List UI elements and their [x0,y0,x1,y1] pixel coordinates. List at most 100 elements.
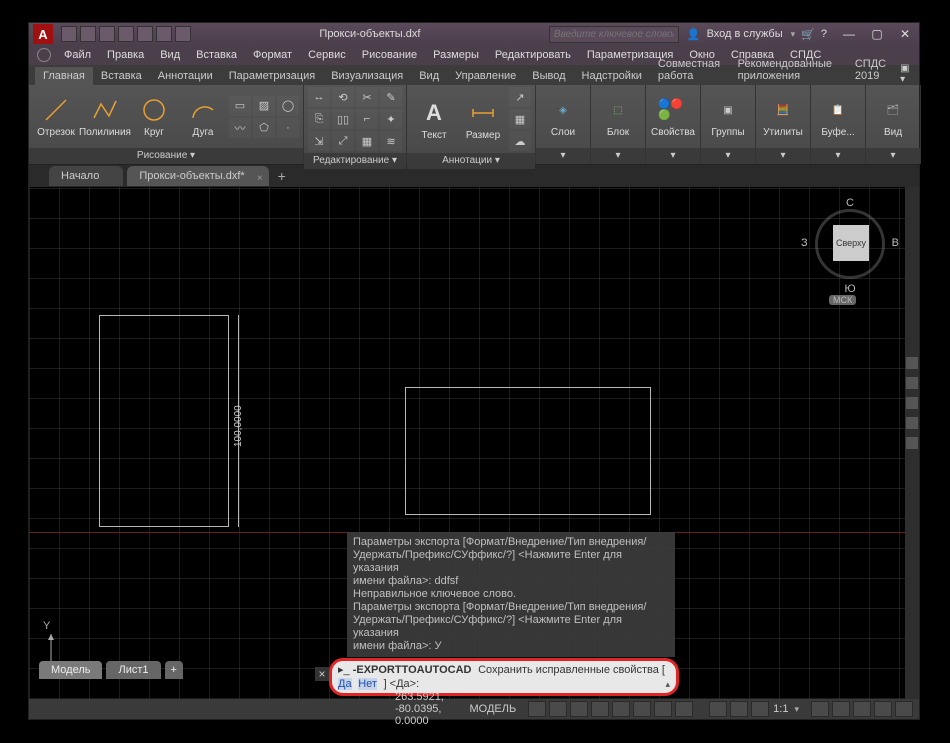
cloud-icon[interactable]: ☁ [509,131,531,151]
qat-undo-icon[interactable] [156,26,172,42]
polygon-icon[interactable]: ⬠ [253,118,275,138]
ribbon-tab-home[interactable]: Главная [35,67,93,85]
qat-new-icon[interactable] [61,26,77,42]
menu-insert[interactable]: Вставка [189,47,244,63]
ribbon-tab-view[interactable]: Визуализация [323,67,411,85]
polyline-button[interactable]: Полилиния [82,93,128,140]
status-snap-icon[interactable] [549,701,567,717]
stretch-icon[interactable]: ⇲ [308,131,330,151]
status-hw-icon[interactable] [874,701,892,717]
close-button[interactable]: ✕ [891,24,919,44]
qat-save-icon[interactable] [99,26,115,42]
panel-utilities-title[interactable]: ▾ [756,148,810,164]
command-close-icon[interactable]: × [315,667,329,681]
leader-icon[interactable]: ↗ [509,87,531,107]
viewcube-csys[interactable]: МСК [829,295,856,305]
properties-button[interactable]: 🔵🔴🟢Свойства [650,93,696,140]
app-logo[interactable]: A [33,24,53,44]
layout-tab-model[interactable]: Модель [39,661,102,679]
viewcube-top-face[interactable]: Сверху [833,225,869,261]
status-gear-icon[interactable] [811,701,829,717]
trim-icon[interactable]: ✂ [356,87,378,107]
panel-clipboard-title[interactable]: ▾ [811,148,865,164]
erase-icon[interactable]: ✎ [380,87,402,107]
minimize-button[interactable]: — [835,24,863,44]
menu-dimension[interactable]: Размеры [426,47,486,63]
table-icon[interactable]: ▦ [509,109,531,129]
qat-plot-icon[interactable] [137,26,153,42]
command-option-yes[interactable]: Да [338,678,352,690]
nav-zoom-icon[interactable] [906,397,918,409]
viewcube-east[interactable]: В [892,237,899,249]
block-button[interactable]: ⬚Блок [595,93,641,140]
line-button[interactable]: Отрезок [33,93,79,140]
text-button[interactable]: A Текст [411,96,457,143]
search-icon[interactable] [37,48,51,62]
view-cube[interactable]: Сверху С Ю З В МСК [805,197,895,307]
ribbon-tab-output[interactable]: Вывод [524,67,573,85]
viewcube-west[interactable]: З [801,237,808,249]
viewcube-north[interactable]: С [805,197,895,209]
nav-wheel-icon[interactable] [906,357,918,369]
ribbon-tab-view2[interactable]: Вид [411,67,447,85]
move-icon[interactable]: ↔ [308,87,330,107]
point-icon[interactable]: · [277,118,299,138]
help-icon[interactable]: ? [821,28,827,40]
menu-edit[interactable]: Правка [100,47,151,63]
file-tab-start[interactable]: Начало [49,166,123,186]
qat-redo-icon[interactable] [175,26,191,42]
menu-file[interactable]: Файл [57,47,98,63]
status-clean-icon[interactable] [832,701,850,717]
copy-icon[interactable]: ⎘ [308,109,330,129]
panel-properties-title[interactable]: ▾ [646,148,700,164]
ribbon-tab-featured[interactable]: Рекомендованные приложения [730,55,847,85]
ribbon-minimize-icon[interactable]: ▣ ▾ [900,63,911,85]
qat-open-icon[interactable] [80,26,96,42]
panel-groups-title[interactable]: ▾ [701,148,755,164]
status-dyn-icon[interactable] [654,701,672,717]
panel-annot-title[interactable]: Аннотации ▾ [407,153,535,169]
help-search-input[interactable] [549,26,679,43]
layout-tab-sheet1[interactable]: Лист1 [106,661,160,679]
menu-modify[interactable]: Редактировать [488,47,578,63]
rectangle-icon[interactable]: ▭ [229,96,251,116]
ribbon-tab-annotate[interactable]: Аннотации [150,67,221,85]
exchange-icon[interactable]: 🛒 [801,28,815,41]
arc-button[interactable]: Дуга [180,93,226,140]
clipboard-button[interactable]: 📋Буфе... [815,93,861,140]
scale-icon[interactable]: ⤢ [332,131,354,151]
status-space[interactable]: МОДЕЛЬ [469,703,516,715]
status-ortho-icon[interactable] [570,701,588,717]
explode-icon[interactable]: ✦ [380,109,402,129]
dimension-button[interactable]: Размер [460,96,506,143]
status-ws-icon[interactable] [709,701,727,717]
array-icon[interactable]: ▦ [356,131,378,151]
panel-modify-title[interactable]: Редактирование ▾ [304,153,406,169]
status-isolate-icon[interactable] [853,701,871,717]
status-lock-icon[interactable] [751,701,769,717]
doc-close-icon[interactable] [899,48,913,62]
groups-button[interactable]: ▣Группы [705,93,751,140]
status-osnap-icon[interactable] [612,701,630,717]
status-lwt-icon[interactable] [675,701,693,717]
hatch-icon[interactable]: ▨ [253,96,275,116]
command-history[interactable]: Параметры экспорта [Формат/Внедрение/Тип… [347,532,675,657]
drawn-rectangle-1[interactable] [99,315,229,527]
nav-showmotion-icon[interactable] [906,437,918,449]
drawing-area[interactable]: 100,0000 Сверху С Ю З В МСК X Y Параметр [29,187,905,699]
status-anno-icon[interactable] [730,701,748,717]
menu-tools[interactable]: Сервис [301,47,353,63]
view-button[interactable]: 🗂Вид [870,93,916,140]
new-tab-button[interactable]: + [273,168,291,184]
mirror-icon[interactable]: ▯▯ [332,109,354,129]
close-tab-icon[interactable]: × [257,169,263,189]
layers-button[interactable]: ◈Слои [540,93,586,140]
file-tab-current[interactable]: Прокси-объекты.dxf*× [127,166,268,186]
ribbon-tab-spds[interactable]: СПДС 2019 [847,55,900,85]
layout-tab-add[interactable]: + [165,661,183,679]
status-grid-icon[interactable] [528,701,546,717]
panel-layers-title[interactable]: ▾ [536,148,590,164]
panel-view-title[interactable]: ▾ [866,148,920,164]
utilities-button[interactable]: 🧮Утилиты [760,93,806,140]
nav-orbit-icon[interactable] [906,417,918,429]
